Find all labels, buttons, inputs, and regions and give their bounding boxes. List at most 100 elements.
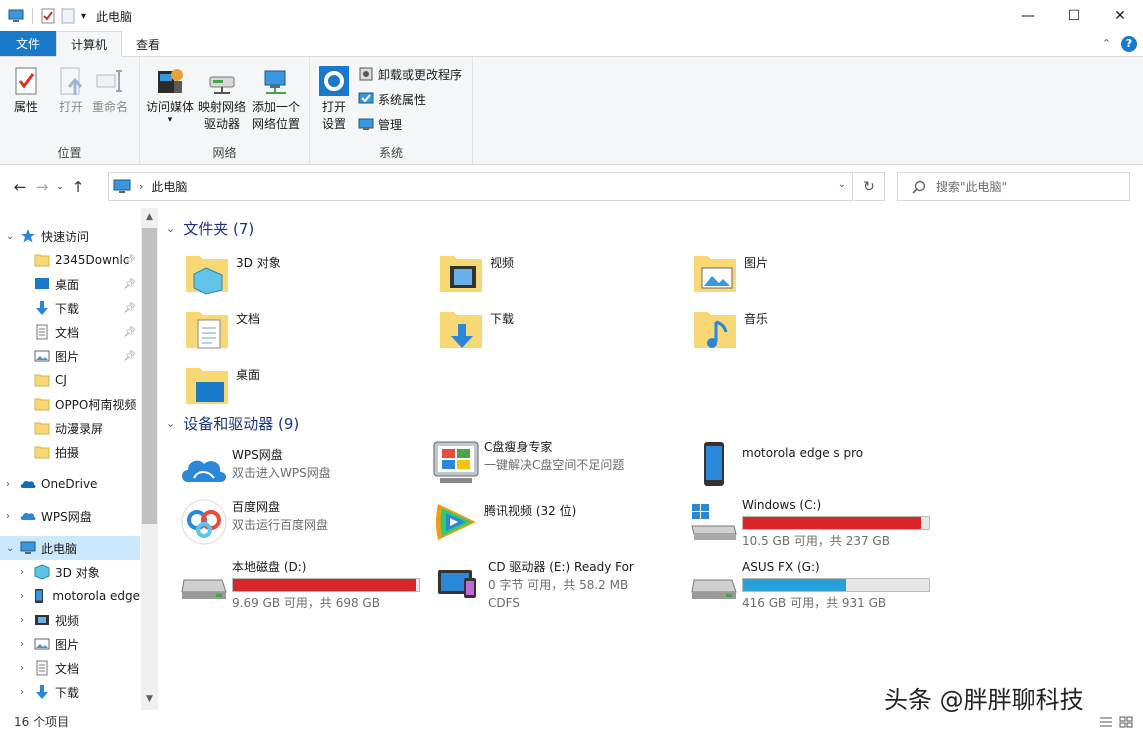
sidebar-item-anime-recording[interactable]: 动漫录屏 [0, 416, 140, 440]
collapse-ribbon-icon[interactable]: ⌃ [1102, 37, 1111, 50]
sidebar-item-pc-documents[interactable]: › 文档 [0, 656, 140, 680]
folders-section-header[interactable]: ⌄ 文件夹 (7) [166, 218, 254, 239]
window-title: 此电脑 [96, 9, 133, 24]
folder-pictures[interactable]: 图片 [692, 248, 942, 300]
open-button[interactable]: 打开 [55, 65, 87, 116]
system-properties-icon [358, 92, 374, 104]
pin-icon[interactable]: 📌︎ [123, 327, 136, 338]
sidebar-item-documents[interactable]: 文档 📌︎ [0, 320, 140, 344]
document-icon [36, 324, 48, 340]
sidebar-item-this-pc[interactable]: ⌄ 此电脑 [0, 536, 140, 560]
device-motorola[interactable]: motorola edge s pro [690, 440, 940, 494]
expand-chevron-icon[interactable]: › [20, 591, 31, 602]
help-icon[interactable]: ? [1121, 35, 1137, 52]
expand-chevron-icon[interactable]: › [6, 511, 20, 522]
expand-chevron-icon[interactable]: › [20, 615, 34, 626]
system-properties-button[interactable]: 系统属性 [358, 90, 462, 108]
refresh-button[interactable]: ↻ [854, 172, 885, 201]
up-arrow-icon[interactable]: ↑ [67, 178, 89, 196]
back-arrow-icon[interactable]: ← [9, 178, 31, 196]
search-box[interactable] [897, 172, 1130, 201]
add-network-location-button[interactable]: 添加一个 网络位置 [252, 65, 300, 133]
tab-file[interactable]: 文件 [0, 31, 56, 56]
folder-videos[interactable]: 视频 [438, 248, 688, 300]
device-drive-d[interactable]: 本地磁盘 (D:) 9.69 GB 可用，共 698 GB [180, 558, 430, 612]
address-history-dropdown-icon[interactable]: ⌄ [838, 179, 846, 190]
sidebar-item-2345download[interactable]: 2345Downlc 📌︎ [0, 248, 140, 272]
tab-computer[interactable]: 计算机 [56, 31, 123, 57]
scroll-down-arrow-icon[interactable]: ▼ [141, 694, 158, 704]
address-bar[interactable]: › 此电脑 ⌄ [108, 172, 853, 201]
details-view-icon[interactable] [1099, 716, 1113, 728]
access-media-button[interactable]: 访问媒体 ▾ [146, 65, 194, 125]
sidebar-item-onedrive[interactable]: › OneDrive [0, 472, 140, 496]
sidebar-item-videos[interactable]: › 视频 [0, 608, 140, 632]
scrollbar-thumb[interactable] [142, 228, 157, 524]
expand-chevron-icon[interactable]: › [20, 663, 34, 674]
large-icons-view-icon[interactable] [1119, 716, 1133, 728]
sidebar-item-pictures[interactable]: 图片 📌︎ [0, 344, 140, 368]
sidebar-item-wps[interactable]: › WPS网盘 [0, 504, 140, 528]
expand-chevron-icon[interactable]: › [20, 639, 34, 650]
windows-drive-icon [691, 504, 737, 540]
sidebar-item-desktop[interactable]: 桌面 📌︎ [0, 272, 140, 296]
properties-button[interactable]: 属性 [10, 65, 42, 116]
sidebar-scrollbar[interactable]: ▲ ▼ [141, 208, 158, 710]
folder-downloads[interactable]: 下载 [438, 304, 688, 356]
pin-icon[interactable]: 📌︎ [123, 351, 136, 362]
sidebar-item-downloads[interactable]: 下载 📌︎ [0, 296, 140, 320]
tab-view[interactable]: 查看 [122, 32, 174, 56]
collapse-chevron-icon[interactable]: ⌄ [166, 222, 175, 235]
sidebar-item-motorola[interactable]: › motorola edge [0, 584, 140, 608]
sidebar-item-pc-pictures[interactable]: › 图片 [0, 632, 140, 656]
recent-locations-chevron-icon[interactable]: ⌄ [53, 182, 67, 192]
pin-icon[interactable]: 📌︎ [123, 255, 136, 266]
expand-chevron-icon[interactable]: › [20, 567, 34, 578]
uninstall-program-button[interactable]: 卸载或更改程序 [358, 65, 462, 83]
device-wps-cloud[interactable]: WPS网盘 双击进入WPS网盘 [180, 446, 430, 500]
expand-chevron-icon[interactable]: › [6, 479, 20, 490]
customize-toolbar-dropdown[interactable]: ▾ [81, 11, 86, 22]
folder-desktop[interactable]: 桌面 [184, 360, 434, 412]
minimize-button[interactable]: — [1005, 0, 1051, 32]
picture-icon [34, 638, 50, 650]
cloud-icon [20, 480, 36, 488]
sidebar-item-cj[interactable]: CJ [0, 368, 140, 392]
manage-button[interactable]: 管理 [358, 115, 462, 133]
close-button[interactable]: ✕ [1097, 0, 1143, 32]
device-drive-c[interactable]: Windows (C:) 10.5 GB 可用，共 237 GB [690, 496, 940, 550]
pin-icon[interactable]: 📌︎ [123, 303, 136, 314]
search-input[interactable] [936, 179, 1116, 194]
sidebar-item-3d-objects[interactable]: › 3D 对象 [0, 560, 140, 584]
collapse-chevron-icon[interactable]: ⌄ [166, 417, 175, 430]
folder-music[interactable]: 音乐 [692, 304, 942, 356]
rename-button[interactable]: 重命名 [92, 65, 128, 116]
expand-chevron-icon[interactable]: › [20, 687, 34, 698]
sidebar-item-pc-downloads[interactable]: › 下载 [0, 680, 140, 704]
folder-3d-objects[interactable]: 3D 对象 [184, 248, 434, 300]
sidebar-item-quick-access[interactable]: ⌄ 快速访问 [0, 224, 140, 248]
new-folder-icon[interactable] [61, 8, 75, 24]
device-baidu-cloud[interactable]: 百度网盘 双击运行百度网盘 [180, 498, 430, 552]
properties-check-icon[interactable] [41, 8, 55, 24]
breadcrumb-this-pc[interactable]: 此电脑 [151, 178, 187, 195]
expand-chevron-icon[interactable]: ⌄ [6, 231, 20, 242]
breadcrumb-separator-icon: › [139, 180, 144, 193]
open-settings-button[interactable]: 打开 设置 [318, 65, 350, 133]
properties-icon [15, 67, 37, 95]
folder-documents[interactable]: 文档 [184, 304, 434, 356]
forward-arrow-icon[interactable]: → [31, 178, 53, 196]
expand-chevron-icon[interactable]: ⌄ [6, 543, 20, 554]
sidebar-item-shooting[interactable]: 拍摄 [0, 440, 140, 464]
sidebar-item-oppo[interactable]: OPPO柯南视频 [0, 392, 140, 416]
device-drive-g[interactable]: ASUS FX (G:) 416 GB 可用，共 931 GB [690, 558, 940, 612]
device-tencent-video[interactable]: 腾讯视频 (32 位) [432, 498, 682, 552]
pin-icon[interactable]: 📌︎ [123, 279, 136, 290]
device-c-cleaner[interactable]: C盘瘦身专家 一键解决C盘空间不足问题 [432, 438, 682, 492]
device-drive-e[interactable]: CD 驱动器 (E:) Ready For 0 字节 可用，共 58.2 MB … [436, 558, 686, 612]
map-network-drive-button[interactable]: 映射网络 驱动器 [198, 65, 246, 133]
maximize-button[interactable]: ☐ [1051, 0, 1097, 32]
devices-section-header[interactable]: ⌄ 设备和驱动器 (9) [166, 413, 299, 434]
scroll-up-arrow-icon[interactable]: ▲ [141, 212, 158, 222]
videos-folder-icon [440, 256, 482, 292]
